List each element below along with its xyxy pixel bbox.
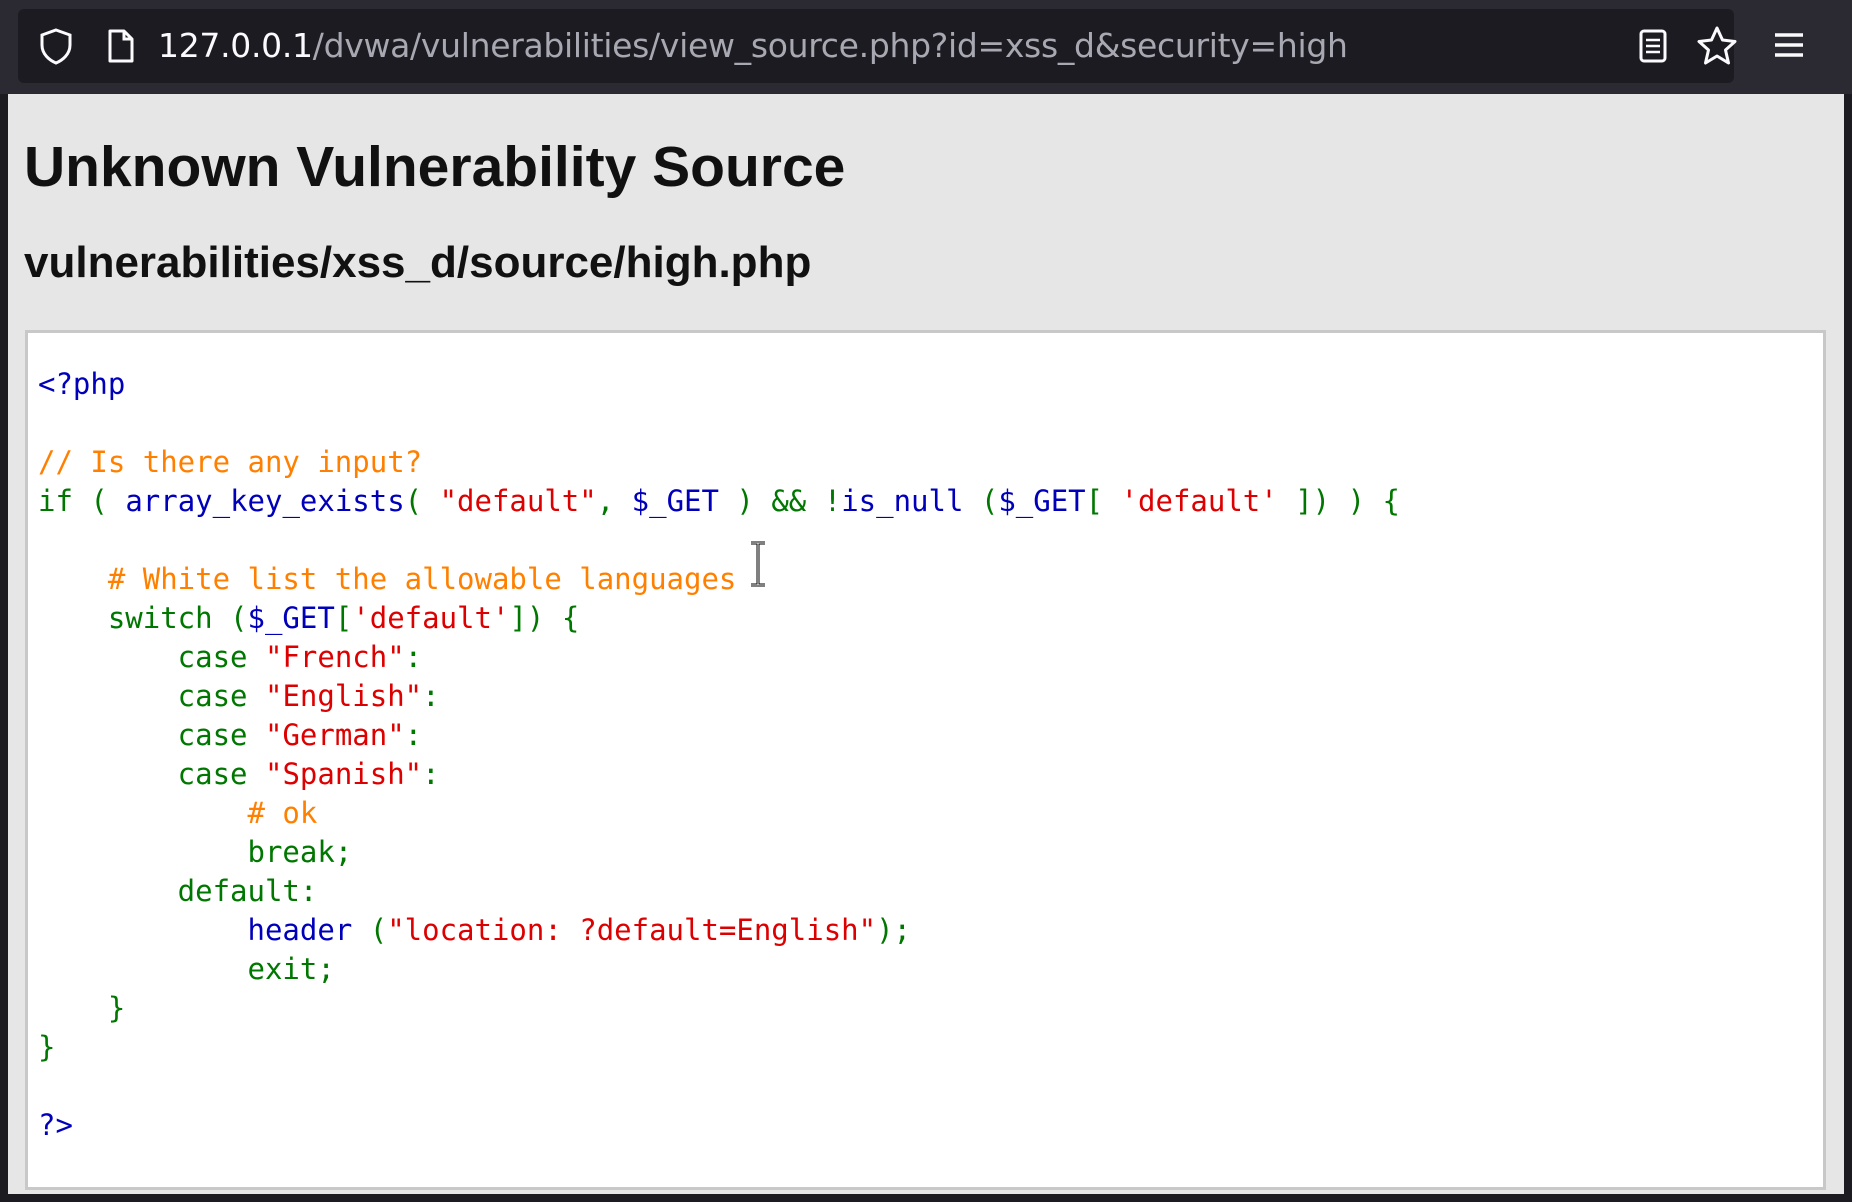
code-token: if ( [38, 484, 126, 518]
code-token: case [38, 679, 265, 713]
code-token: header [247, 913, 370, 947]
code-token: switch ( [38, 601, 248, 635]
code-token: [ [1085, 484, 1121, 518]
url-host: 127.0.0.1 [158, 26, 313, 65]
url-path: /dvwa/vulnerabilities/view_source.php?id… [312, 26, 1348, 65]
code-line: default: [38, 872, 1400, 911]
code-token: [ [334, 601, 353, 635]
code-token: ); [876, 913, 911, 947]
code-token: "default" [439, 484, 597, 518]
reader-view-icon[interactable] [1633, 25, 1673, 67]
code-token: } [38, 1030, 56, 1064]
code-token: : [404, 640, 423, 674]
code-line: ?> [38, 1106, 1400, 1145]
code-token: $_GET [247, 601, 335, 635]
code-token: ( [369, 913, 388, 947]
code-token: # ok [38, 796, 318, 830]
code-token: ?> [38, 1108, 73, 1142]
code-token: default: [38, 874, 318, 908]
code-line: if ( array_key_exists( "default", $_GET … [38, 482, 1400, 521]
code-token: is_null [841, 484, 981, 518]
page-title: Unknown Vulnerability Source [24, 135, 846, 199]
browser-toolbar: 127.0.0.1/dvwa/vulnerabilities/view_sour… [0, 0, 1852, 94]
code-token: ) && ! [736, 484, 842, 518]
code-token: case [38, 757, 265, 791]
page-info-icon[interactable] [102, 27, 138, 65]
code-line: # White list the allowable languages [38, 560, 1400, 599]
code-line: case "English": [38, 677, 1400, 716]
code-token: exit; [38, 952, 335, 986]
code-line: case "French": [38, 638, 1400, 677]
code-token: array_key_exists [125, 484, 405, 518]
code-token: ]) ) { [1295, 484, 1400, 518]
code-line: case "German": [38, 716, 1400, 755]
source-code: <?php// Is there any input? if ( array_ke… [38, 365, 1400, 1145]
code-token: <?php [38, 367, 126, 401]
code-line: // Is there any input? [38, 443, 1400, 482]
code-token: break; [38, 835, 353, 869]
code-line: exit; [38, 950, 1400, 989]
code-token: ]) { [509, 601, 580, 635]
hamburger-menu-icon[interactable] [1766, 22, 1812, 68]
code-token: case [38, 640, 265, 674]
page-viewport: Unknown Vulnerability Source vulnerabili… [8, 94, 1844, 1194]
code-line: <?php [38, 365, 1400, 404]
code-token: : [422, 757, 440, 791]
code-token: # White list the allowable languages [38, 562, 737, 596]
code-token: : [404, 718, 423, 752]
code-token: : [422, 679, 440, 713]
code-line: header ("location: ?default=English"); [38, 911, 1400, 950]
code-token: , [596, 484, 632, 518]
code-line: switch ($_GET['default']) { [38, 599, 1400, 638]
url-text[interactable]: 127.0.0.1/dvwa/vulnerabilities/view_sour… [158, 9, 1348, 83]
code-token: "French" [264, 640, 405, 674]
code-line: break; [38, 833, 1400, 872]
code-token: "English" [264, 679, 423, 713]
bookmark-star-icon[interactable] [1694, 23, 1740, 69]
code-token: 'default' [352, 601, 510, 635]
code-token: "German" [264, 718, 405, 752]
code-token: // Is there any input? [38, 445, 423, 479]
source-code-box: <?php// Is there any input? if ( array_ke… [25, 330, 1826, 1190]
code-token: case [38, 718, 265, 752]
source-file-path: vulnerabilities/xss_d/source/high.php [24, 238, 812, 287]
address-bar[interactable]: 127.0.0.1/dvwa/vulnerabilities/view_sour… [18, 9, 1737, 83]
code-line: } [38, 989, 1400, 1028]
code-token: $_GET [998, 484, 1086, 518]
code-line: case "Spanish": [38, 755, 1400, 794]
code-token: "location: ?default=English" [387, 913, 877, 947]
text-cursor-icon [751, 541, 765, 587]
code-line: # ok [38, 794, 1400, 833]
tracking-protection-icon[interactable] [38, 27, 74, 65]
code-token: "Spanish" [264, 757, 423, 791]
code-token: ( [404, 484, 440, 518]
code-token: ( [980, 484, 999, 518]
code-line: } [38, 1028, 1400, 1067]
code-token: } [38, 991, 126, 1025]
code-token: $_GET [631, 484, 737, 518]
code-token: 'default' [1120, 484, 1296, 518]
